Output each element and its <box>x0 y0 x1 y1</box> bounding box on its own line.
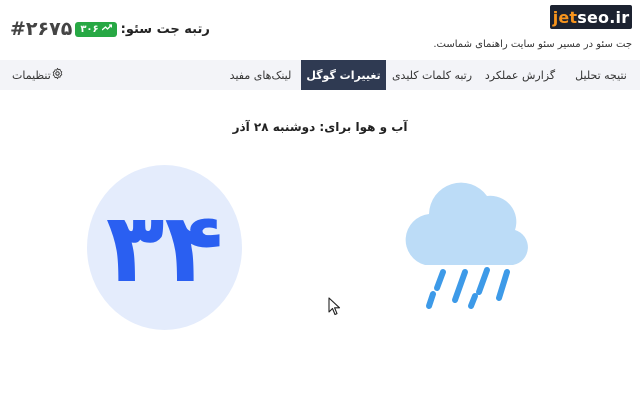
rank-change-value: ۳۰۶ <box>80 23 99 35</box>
tab-analysis-result[interactable]: نتیجه تحلیل <box>562 60 640 90</box>
trend-up-icon <box>101 24 112 34</box>
gear-icon <box>51 67 68 83</box>
logo-text-seo: seo.ir <box>577 7 630 27</box>
tab-performance-report[interactable]: گزارش عملکرد <box>478 60 562 90</box>
weather-title: آب و هوا برای: دوشنبه ۲۸ آذر <box>232 120 408 134</box>
rank-change-badge: ۳۰۶ <box>75 21 117 37</box>
tab-keyword-ranking[interactable]: رتبه کلمات کلیدی <box>386 60 478 90</box>
tagline: جت سئو در مسیر سئو سایت راهنمای شماست. <box>433 39 632 50</box>
tab-useful-links[interactable]: لینک‌های مفید <box>220 60 301 90</box>
tab-google-changes[interactable]: تغییرات گوگل <box>301 60 386 90</box>
main-nav: نتیجه تحلیل گزارش عملکرد رتبه کلمات کلید… <box>0 60 640 90</box>
settings-label: تنظیمات <box>12 68 51 82</box>
rain-cloud-icon <box>395 170 535 330</box>
temperature-value: ۳۴ <box>105 191 224 304</box>
rank-value: #۲۶۷۵ <box>10 18 73 40</box>
temperature-circle: ۳۴ <box>87 165 242 330</box>
rank-display: #۲۶۷۵ ۳۰۶ رتبه جت سئو: <box>10 18 210 40</box>
header: jet seo.ir جت سئو در مسیر سئو سایت راهنما… <box>0 0 640 60</box>
settings-button[interactable]: تنظیمات <box>12 60 68 90</box>
rank-label: رتبه جت سئو: <box>120 21 210 37</box>
logo-text-jet: jet <box>552 7 578 27</box>
mouse-cursor-icon <box>328 297 342 317</box>
jetseo-logo[interactable]: jet seo.ir <box>550 5 632 29</box>
